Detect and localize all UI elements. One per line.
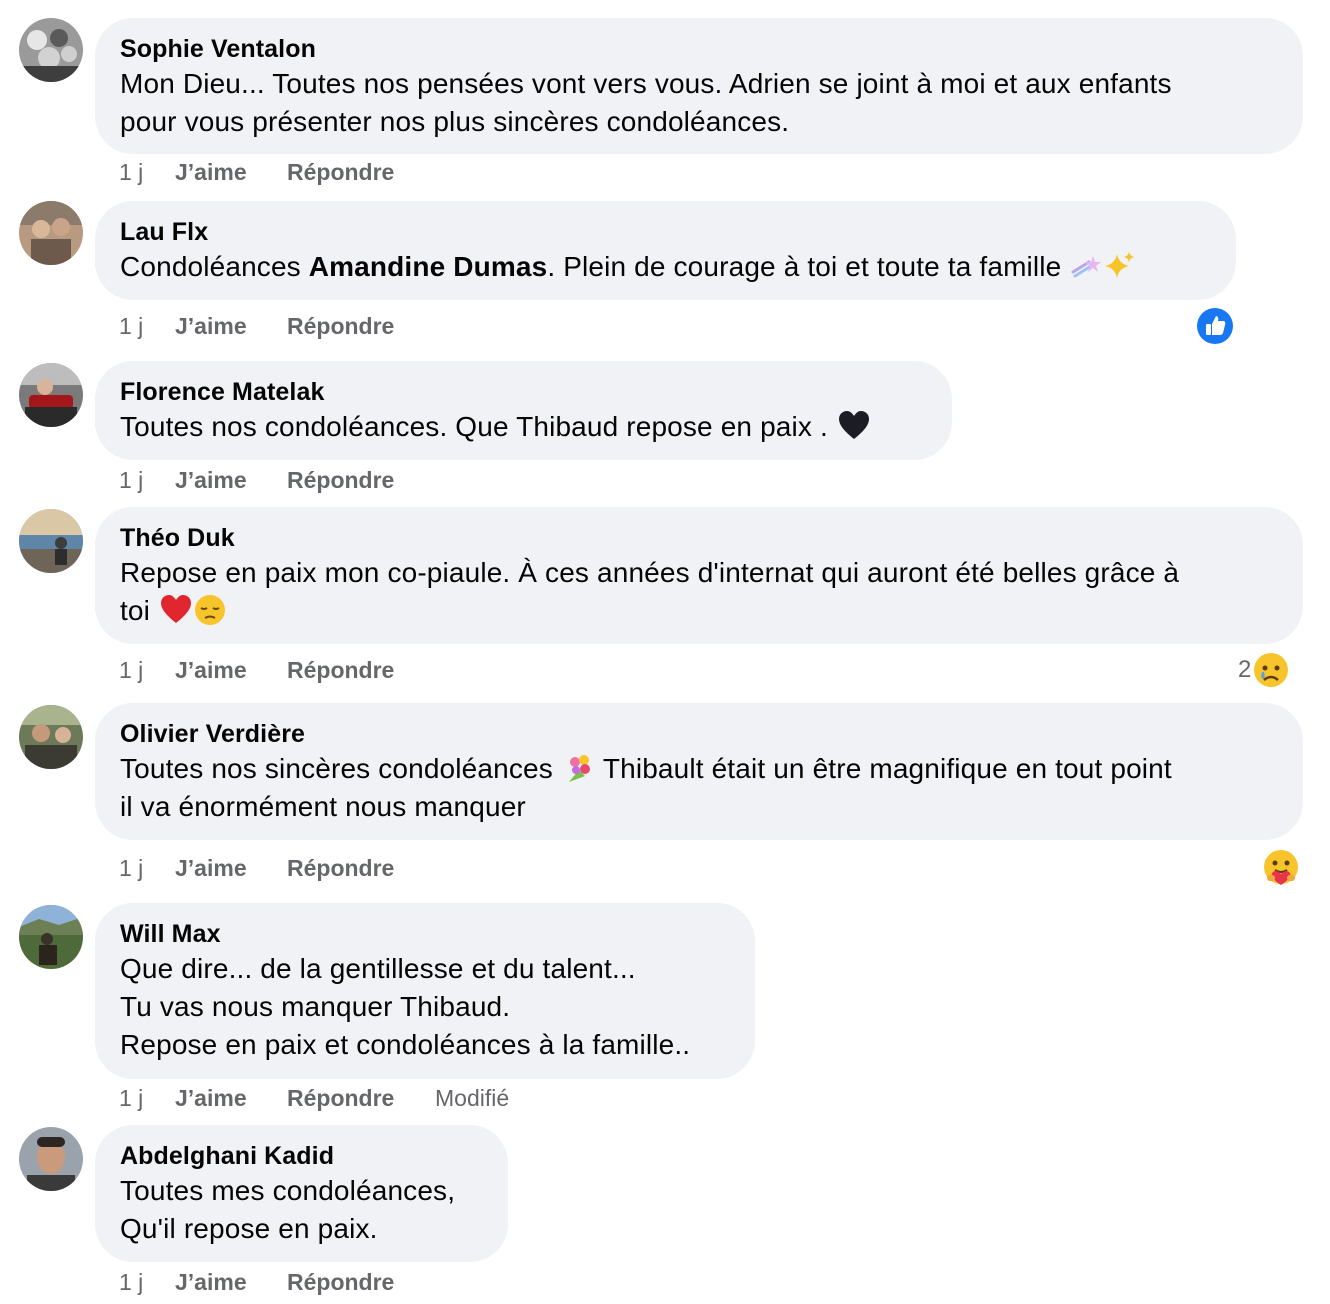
comment-author[interactable]: Abdelghani Kadid xyxy=(120,1140,483,1172)
comment-text-part: Toutes nos sincères condoléances xyxy=(120,753,553,784)
comment-text: Toutes mes condoléances, Qu'il repose en… xyxy=(120,1175,456,1244)
black-heart-emoji xyxy=(838,410,870,442)
comment-text: Mon Dieu... Toutes nos pensées vont vers… xyxy=(120,68,1172,137)
reaction-count: 2 xyxy=(1238,656,1252,683)
comment-actions: 1 j J’aime Répondre xyxy=(119,466,435,494)
comment-author[interactable]: Lau Flx xyxy=(120,216,1211,248)
reply-button[interactable]: Répondre xyxy=(287,312,435,340)
avatar-photo xyxy=(19,705,83,769)
comment-bubble: Will Max Que dire... de la gentillesse e… xyxy=(95,903,755,1079)
avatar-photo xyxy=(19,18,83,82)
avatar-photo xyxy=(19,363,83,427)
comment-text-part: Condoléances xyxy=(120,251,309,282)
reply-button[interactable]: Répondre xyxy=(287,466,435,494)
like-button[interactable]: J’aime xyxy=(175,1084,287,1112)
sad-reaction-icon xyxy=(1254,653,1289,687)
like-button[interactable]: J’aime xyxy=(175,1268,287,1296)
reply-button[interactable]: Répondre xyxy=(287,158,435,186)
comment-actions: 1 j J’aime Répondre xyxy=(119,1268,435,1296)
sparkles-emoji xyxy=(1103,250,1135,282)
comment-text-part: Repose en paix mon co-piaule. À ces anné… xyxy=(120,557,1180,626)
comment-timestamp[interactable]: 1 j xyxy=(119,1084,175,1112)
comment-timestamp[interactable]: 1 j xyxy=(119,1268,175,1296)
reaction-summary[interactable]: 2 xyxy=(1238,652,1289,688)
avatar[interactable] xyxy=(19,201,83,265)
avatar[interactable] xyxy=(19,18,83,82)
comment-timestamp[interactable]: 1 j xyxy=(119,466,175,494)
comment-bubble: Abdelghani Kadid Toutes mes condoléances… xyxy=(95,1125,508,1262)
comment-actions: 1 j J’aime Répondre Modifié xyxy=(119,1084,509,1112)
shooting-star-emoji xyxy=(1069,250,1102,282)
comment-bubble: Florence Matelak Toutes nos condoléances… xyxy=(95,361,952,460)
reply-button[interactable]: Répondre xyxy=(287,1268,435,1296)
reaction-summary[interactable] xyxy=(1197,308,1233,344)
avatar-photo xyxy=(19,509,83,573)
edited-label[interactable]: Modifié xyxy=(435,1084,509,1112)
avatar[interactable] xyxy=(19,509,83,573)
like-button[interactable]: J’aime xyxy=(175,854,287,882)
reply-button[interactable]: Répondre xyxy=(287,656,435,684)
avatar-photo xyxy=(19,905,83,969)
avatar[interactable] xyxy=(19,905,83,969)
comment-author[interactable]: Will Max xyxy=(120,918,730,950)
reply-button[interactable]: Répondre xyxy=(287,1084,435,1112)
avatar[interactable] xyxy=(19,363,83,427)
like-button[interactable]: J’aime xyxy=(175,158,287,186)
avatar-photo xyxy=(19,1127,83,1191)
comment-author[interactable]: Florence Matelak xyxy=(120,376,927,408)
like-button[interactable]: J’aime xyxy=(175,312,287,340)
bouquet-emoji xyxy=(563,752,595,784)
comment-text: Toutes nos sincères condoléances Thibault… xyxy=(120,750,1278,826)
like-button[interactable]: J’aime xyxy=(175,656,287,684)
comment-author[interactable]: Théo Duk xyxy=(120,522,1278,554)
reply-button[interactable]: Répondre xyxy=(287,854,435,882)
comment-text: Repose en paix mon co-piaule. À ces anné… xyxy=(120,554,1278,630)
comment-text-part: . Plein de courage à toi et toute ta fam… xyxy=(547,251,1062,282)
comment-bubble: Théo Duk Repose en paix mon co-piaule. À… xyxy=(95,507,1303,644)
comment-actions: 1 j J’aime Répondre xyxy=(119,656,435,684)
pensive-face-emoji xyxy=(194,594,226,626)
comment-bubble: Lau Flx Condoléances Amandine Dumas. Ple… xyxy=(95,201,1236,300)
comment-author[interactable]: Sophie Ventalon xyxy=(120,33,1278,65)
comment-text-part: Toutes nos condoléances. Que Thibaud rep… xyxy=(120,411,828,442)
comment-timestamp[interactable]: 1 j xyxy=(119,854,175,882)
comment-text: Que dire... de la gentillesse et du tale… xyxy=(120,953,691,1060)
red-heart-emoji xyxy=(160,594,192,626)
comment-actions: 1 j J’aime Répondre xyxy=(119,312,435,340)
comment-text: Toutes nos condoléances. Que Thibaud rep… xyxy=(120,408,927,446)
like-button[interactable]: J’aime xyxy=(175,466,287,494)
care-reaction-icon xyxy=(1264,850,1298,885)
comment-actions: 1 j J’aime Répondre xyxy=(119,158,435,186)
comment-actions: 1 j J’aime Répondre xyxy=(119,854,435,882)
avatar[interactable] xyxy=(19,705,83,769)
comment-author[interactable]: Olivier Verdière xyxy=(120,718,1278,750)
comment-bubble: Olivier Verdière Toutes nos sincères con… xyxy=(95,703,1303,840)
avatar[interactable] xyxy=(19,1127,83,1191)
comment-timestamp[interactable]: 1 j xyxy=(119,158,175,186)
comment-timestamp[interactable]: 1 j xyxy=(119,656,175,684)
mention-link[interactable]: Amandine Dumas xyxy=(309,251,548,282)
comment-bubble: Sophie Ventalon Mon Dieu... Toutes nos p… xyxy=(95,18,1303,154)
like-reaction-icon xyxy=(1197,308,1233,344)
comment-timestamp[interactable]: 1 j xyxy=(119,312,175,340)
comment-text: Condoléances Amandine Dumas. Plein de co… xyxy=(120,248,1211,286)
reaction-summary[interactable] xyxy=(1262,849,1300,887)
avatar-photo xyxy=(19,201,83,265)
